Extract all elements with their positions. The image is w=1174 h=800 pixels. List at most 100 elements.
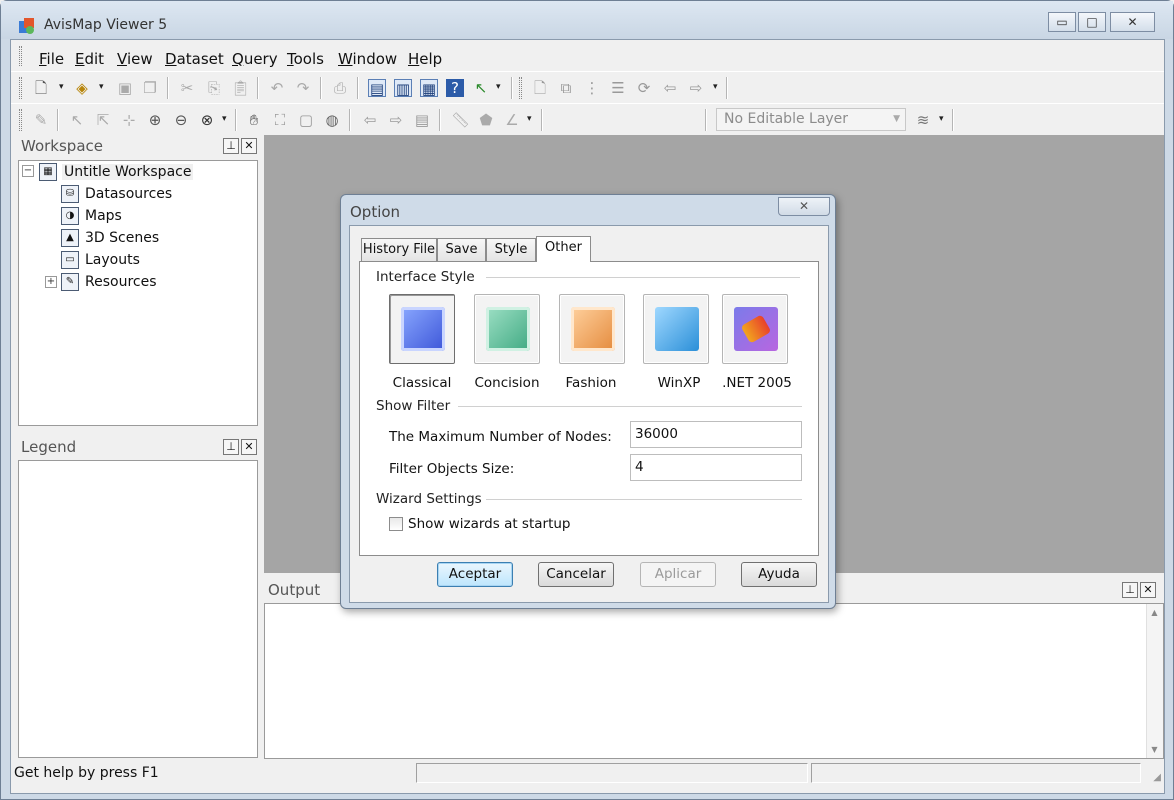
- title-bar[interactable]: AvisMap Viewer 5 ▭ □ ✕: [1, 1, 1173, 39]
- save-icon[interactable]: ▣: [116, 79, 134, 97]
- zoom-in-icon[interactable]: ⊕: [146, 111, 164, 129]
- style-net2005-button[interactable]: [722, 294, 788, 364]
- tree-item-workspace[interactable]: Untitle Workspace: [62, 164, 194, 180]
- tree-item-maps[interactable]: Maps: [85, 208, 122, 224]
- print-icon[interactable]: ⎙: [331, 79, 349, 97]
- tile-icon[interactable]: ⧉: [557, 79, 575, 97]
- measure-area-icon[interactable]: ⬟: [477, 111, 495, 129]
- close-button[interactable]: ✕: [1110, 12, 1155, 32]
- style-fashion-button[interactable]: [559, 294, 625, 364]
- menu-file[interactable]: File: [39, 50, 64, 68]
- menu-dataset[interactable]: Dataset: [165, 50, 224, 68]
- measure-angle-icon[interactable]: ∠: [503, 111, 521, 129]
- forward-icon[interactable]: ⇨: [687, 79, 705, 97]
- more-dropdown-icon[interactable]: ▾: [713, 82, 718, 92]
- close-icon[interactable]: ✕: [241, 138, 257, 154]
- style-classical-button[interactable]: [389, 294, 455, 364]
- menubar-grip[interactable]: [19, 46, 22, 66]
- style-concision-button[interactable]: [474, 294, 540, 364]
- editable-layer-select[interactable]: No Editable Layer ▼: [716, 108, 906, 131]
- menu-window[interactable]: Window: [338, 50, 397, 68]
- select-icon[interactable]: ↖: [68, 111, 86, 129]
- pin-icon[interactable]: ⊥: [1122, 582, 1138, 598]
- apply-button[interactable]: Aplicar: [640, 562, 716, 587]
- zoom-full-icon[interactable]: ⊗: [198, 111, 216, 129]
- tab-other[interactable]: Other: [536, 236, 591, 262]
- zoom-dropdown-icon[interactable]: ▾: [222, 114, 227, 124]
- open-icon[interactable]: ◈: [73, 79, 91, 97]
- close-icon[interactable]: ✕: [1140, 582, 1156, 598]
- entire-icon[interactable]: ⛶: [271, 111, 289, 129]
- open-dropdown-icon[interactable]: ▾: [99, 82, 104, 92]
- menu-help[interactable]: Help: [408, 50, 442, 68]
- redo-icon[interactable]: ↷: [294, 79, 312, 97]
- refresh-icon[interactable]: ⟳: [635, 79, 653, 97]
- collapse-icon[interactable]: −: [22, 165, 34, 177]
- previous-view-icon[interactable]: ⇦: [361, 111, 379, 129]
- resize-grip-icon[interactable]: ◢: [1153, 772, 1161, 783]
- pan-icon[interactable]: ✋︎: [245, 111, 263, 129]
- measure-dropdown-icon[interactable]: ▾: [527, 114, 532, 124]
- tree-icon[interactable]: ⋮: [583, 79, 601, 97]
- measure-distance-icon[interactable]: 📏︎: [451, 111, 470, 129]
- select-area-icon[interactable]: ⇱: [94, 111, 112, 129]
- menu-edit[interactable]: Edit: [75, 50, 104, 68]
- menu-query[interactable]: Query: [232, 50, 278, 68]
- cut-icon[interactable]: ✂: [178, 79, 196, 97]
- expand-icon[interactable]: +: [45, 276, 57, 288]
- show-wizards-label[interactable]: Show wizards at startup: [408, 516, 571, 532]
- globe-icon[interactable]: ◍: [323, 111, 341, 129]
- tree-item-datasources[interactable]: Datasources: [85, 186, 172, 202]
- undo-icon[interactable]: ↶: [268, 79, 286, 97]
- scroll-down-icon[interactable]: ▼: [1147, 745, 1162, 754]
- zoom-out-icon[interactable]: ⊖: [172, 111, 190, 129]
- output-scrollbar[interactable]: ▲ ▼: [1146, 604, 1163, 758]
- cancel-button[interactable]: Cancelar: [538, 562, 614, 587]
- new-document-icon[interactable]: 🗋: [32, 79, 50, 97]
- maximize-button[interactable]: □: [1078, 12, 1106, 32]
- help-book-icon[interactable]: ?: [446, 79, 464, 97]
- close-icon[interactable]: ✕: [241, 439, 257, 455]
- max-nodes-input[interactable]: 36000: [630, 421, 802, 448]
- list-icon[interactable]: ☰: [609, 79, 627, 97]
- pin-icon[interactable]: ⊥: [223, 138, 239, 154]
- new-dropdown-icon[interactable]: ▾: [59, 82, 64, 92]
- tab-history-file[interactable]: History File: [361, 238, 437, 261]
- pin-icon[interactable]: ⊥: [223, 439, 239, 455]
- copy-icon[interactable]: ⎘: [205, 79, 223, 97]
- show-wizards-checkbox[interactable]: [389, 517, 403, 531]
- menu-view[interactable]: View: [117, 50, 153, 68]
- next-view-icon[interactable]: ⇨: [387, 111, 405, 129]
- page-icon[interactable]: 🗋: [531, 79, 549, 97]
- map-view-icon[interactable]: ▢: [297, 111, 315, 129]
- toolbar-grip[interactable]: [519, 77, 522, 99]
- layers-dropdown-icon[interactable]: ▾: [939, 114, 944, 124]
- toolbar-grip[interactable]: [19, 77, 22, 99]
- tree-item-resources[interactable]: Resources: [85, 274, 157, 290]
- toolbar-grip[interactable]: [19, 109, 22, 131]
- help-button[interactable]: Ayuda: [741, 562, 817, 587]
- style-winxp-button[interactable]: [643, 294, 709, 364]
- edit-map-icon[interactable]: ✎: [32, 111, 50, 129]
- ok-button[interactable]: Aceptar: [437, 562, 513, 587]
- paste-icon[interactable]: 📋︎: [231, 79, 250, 97]
- tree-item-layouts[interactable]: Layouts: [85, 252, 140, 268]
- menu-tools[interactable]: Tools: [287, 50, 324, 68]
- filter-size-input[interactable]: 4: [630, 454, 802, 481]
- dialog-close-button[interactable]: ✕: [778, 197, 830, 216]
- select-circle-icon[interactable]: ⊹: [120, 111, 138, 129]
- minimize-button[interactable]: ▭: [1048, 12, 1076, 32]
- workspace-window-icon[interactable]: ▤: [368, 79, 386, 98]
- back-icon[interactable]: ⇦: [661, 79, 679, 97]
- layers-icon[interactable]: ≋: [914, 111, 932, 129]
- output-window-icon[interactable]: ▦: [420, 79, 438, 98]
- tab-save[interactable]: Save: [437, 238, 486, 261]
- legend-window-icon[interactable]: ▥: [394, 79, 412, 98]
- properties-icon[interactable]: ▤: [413, 111, 431, 129]
- tree-item-3d-scenes[interactable]: 3D Scenes: [85, 230, 159, 246]
- tab-style[interactable]: Style: [486, 238, 536, 261]
- whats-this-icon[interactable]: ↖: [472, 79, 490, 97]
- scroll-up-icon[interactable]: ▲: [1147, 608, 1162, 617]
- save-all-icon[interactable]: ❐: [141, 79, 159, 97]
- whats-this-dropdown-icon[interactable]: ▾: [496, 82, 501, 92]
